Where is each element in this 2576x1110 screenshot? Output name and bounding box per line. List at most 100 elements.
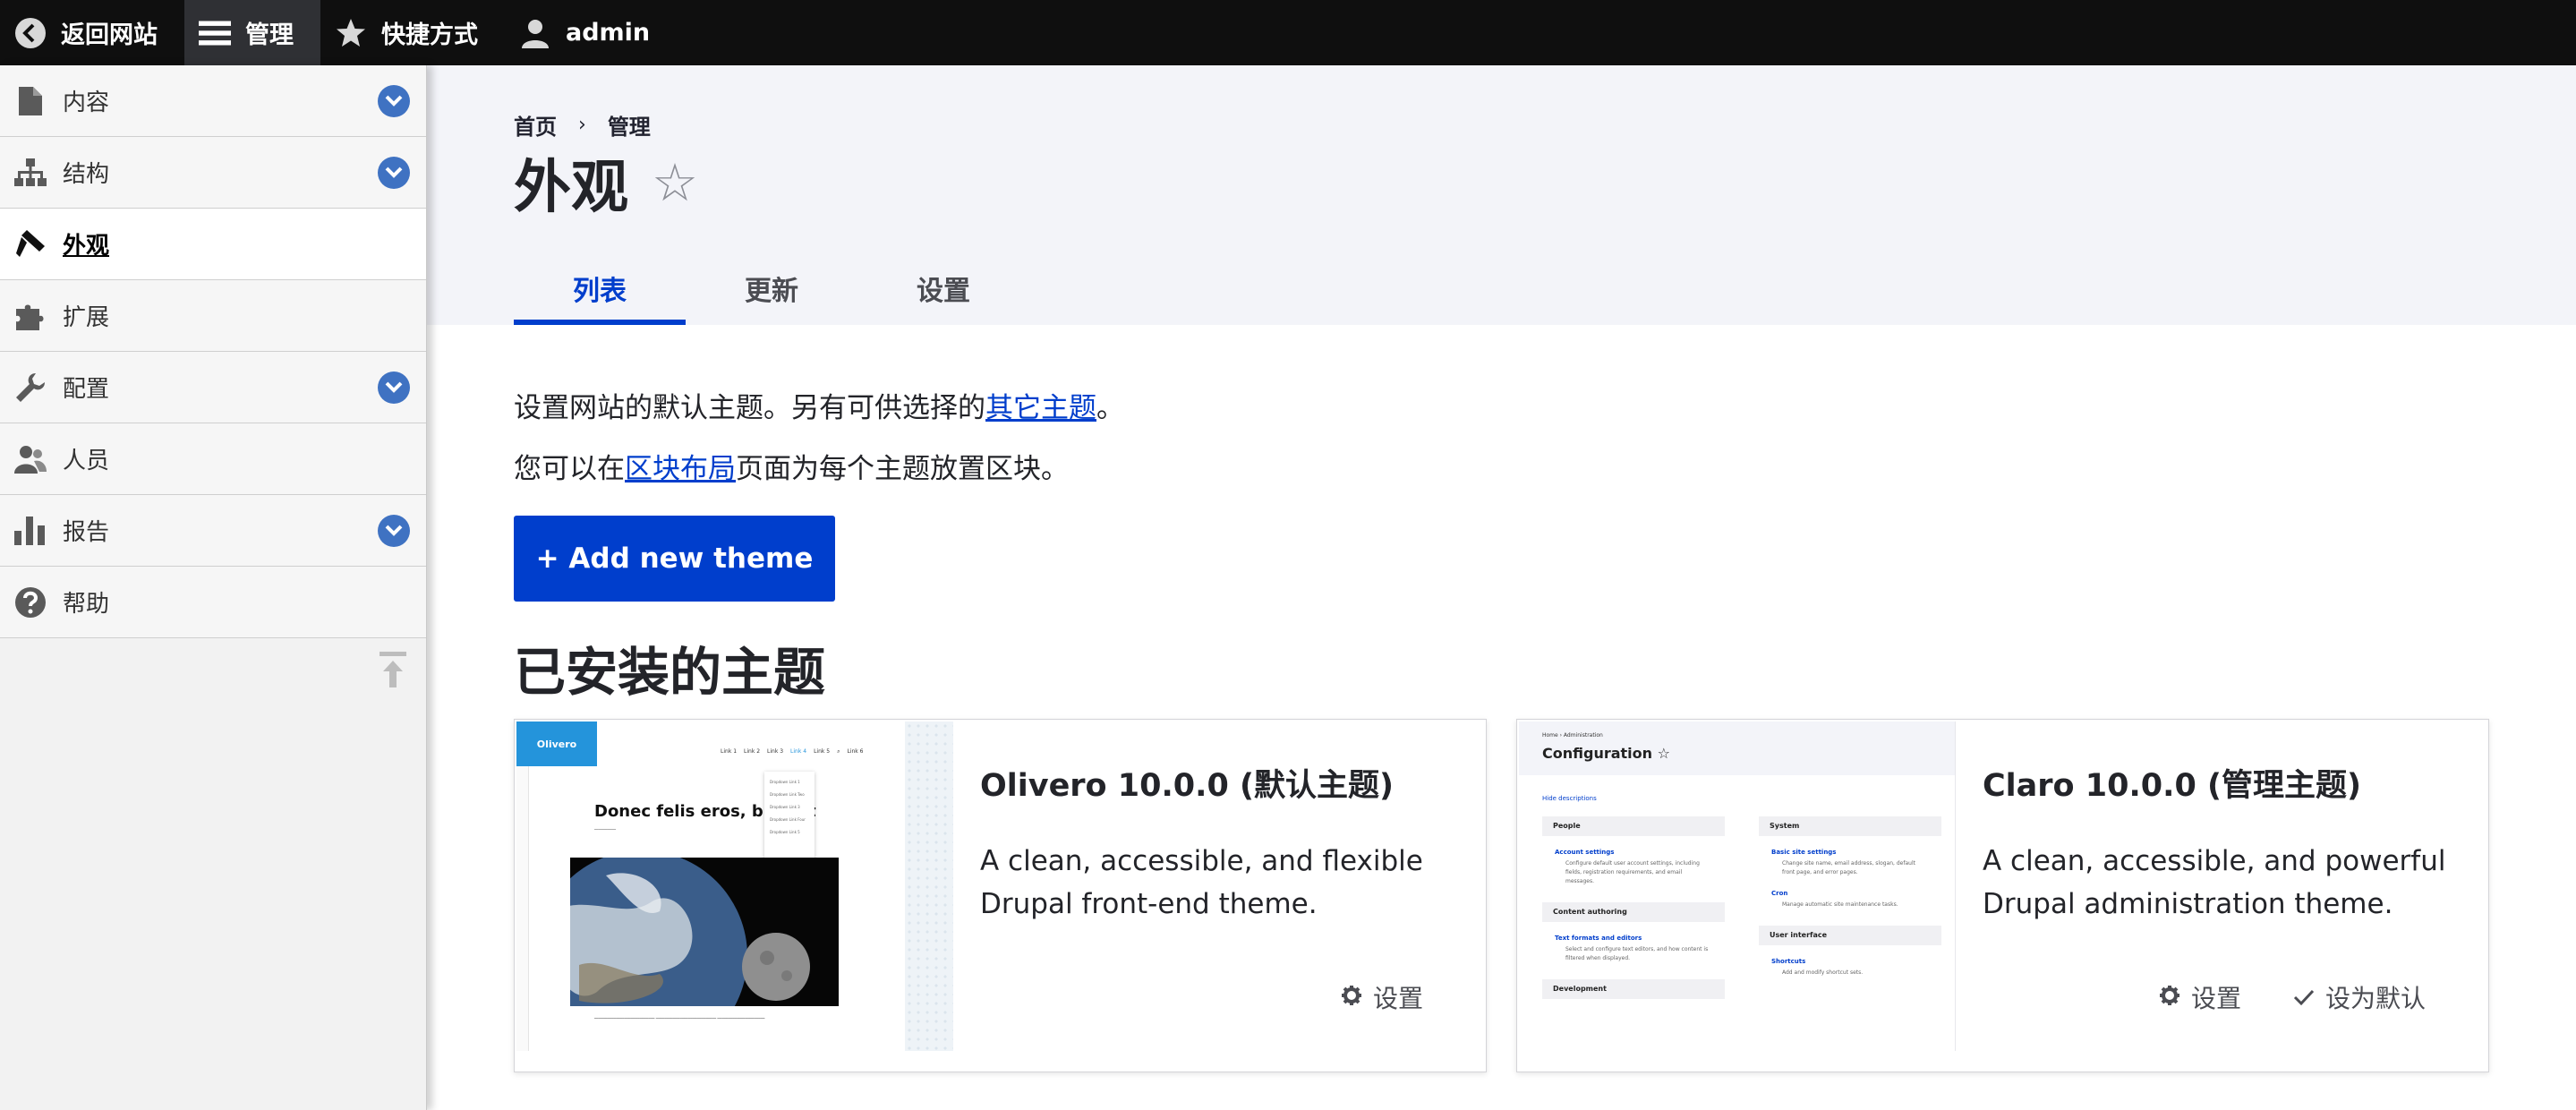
preview-nav-link: Link 3 bbox=[767, 748, 784, 755]
theme-settings-link[interactable]: 设置 bbox=[1341, 979, 1423, 1015]
chevron-down-icon[interactable] bbox=[378, 514, 410, 547]
description-text: 您可以在 bbox=[514, 453, 625, 485]
preview-nav-link: Link 2 bbox=[744, 748, 761, 755]
olivero-preview-sidebar bbox=[516, 766, 529, 1051]
file-icon bbox=[14, 85, 47, 117]
tab-updates[interactable]: 更新 bbox=[686, 251, 857, 325]
page-title-text: 外观 bbox=[514, 155, 628, 221]
gear-icon bbox=[2159, 983, 2180, 1012]
preview-dropdown-item: Dropdown Link 3 bbox=[770, 805, 800, 809]
theme-info: Claro 10.0.0 (管理主题) A clean, accessible,… bbox=[1983, 760, 2466, 926]
preview-section-header: System bbox=[1759, 816, 1941, 836]
gear-icon bbox=[1341, 983, 1362, 1012]
sidebar-item-label: 帮助 bbox=[63, 591, 110, 618]
hamburger-icon bbox=[199, 17, 231, 49]
theme-settings-link[interactable]: 设置 bbox=[2159, 979, 2241, 1015]
back-to-site-link[interactable]: 返回网站 bbox=[0, 0, 184, 65]
sidebar-item-appearance[interactable]: 外观 bbox=[0, 209, 426, 280]
preview-link: Shortcuts bbox=[1771, 958, 1806, 965]
user-icon bbox=[519, 17, 551, 49]
preview-dropdown-item: Dropdown Link 5 bbox=[770, 830, 800, 834]
tab-settings[interactable]: 设置 bbox=[857, 251, 1029, 325]
theme-description: A clean, accessible, and powerful Drupal… bbox=[1983, 845, 2446, 920]
primary-tabs: 列表 更新 设置 bbox=[514, 251, 1029, 325]
sidebar-item-config[interactable]: 配置 bbox=[0, 352, 426, 423]
user-label: admin bbox=[566, 19, 651, 47]
puzzle-icon bbox=[14, 300, 47, 332]
claro-preview-hide-link: Hide descriptions bbox=[1542, 795, 1597, 802]
olivero-preview-earth-image bbox=[570, 858, 839, 1006]
shortcuts-label: 快捷方式 bbox=[381, 21, 478, 49]
user-tab[interactable]: admin bbox=[505, 0, 677, 65]
preview-search-icon: ⌕ bbox=[837, 748, 840, 755]
shortcut-star-icon[interactable]: ☆ bbox=[652, 152, 698, 213]
preview-dropdown-item: Dropdown Link Two bbox=[770, 792, 805, 797]
wrench-icon bbox=[14, 371, 47, 404]
theme-name: Olivero 10.0.0 (默认主题) bbox=[980, 768, 1394, 804]
olivero-preview-nav: Link 1 Link 2 Link 3 Link 4 Link 5 ⌕ Lin… bbox=[721, 748, 863, 756]
installed-themes-heading: 已安装的主题 bbox=[514, 642, 826, 703]
olivero-preview-pattern bbox=[905, 722, 953, 1051]
description-text: 设置网站的默认主题。另有可供选择的 bbox=[514, 392, 985, 424]
theme-settings-label: 设置 bbox=[1372, 984, 1423, 1013]
preview-dropdown-item: Dropdown Link Four bbox=[770, 817, 806, 822]
admin-toolbar: 返回网站 管理 快捷方式 admin bbox=[0, 0, 2576, 65]
help-icon bbox=[14, 586, 47, 619]
breadcrumb-admin-link[interactable]: 管理 bbox=[608, 109, 651, 141]
preview-link: Text formats and editors bbox=[1555, 935, 1642, 942]
sidebar-item-label: 结构 bbox=[63, 161, 110, 188]
other-themes-link[interactable]: 其它主题 bbox=[985, 392, 1096, 424]
olivero-preview-meta: ━━━━━━━━━━ bbox=[594, 827, 617, 832]
page-title: 外观 ☆ bbox=[514, 141, 698, 224]
theme-card-claro: Home › Administration Configuration ☆ Hi… bbox=[1516, 719, 2489, 1072]
preview-description: Select and configure text editors, and h… bbox=[1565, 946, 1709, 961]
sidebar-item-people[interactable]: 人员 bbox=[0, 423, 426, 495]
breadcrumb-home-link[interactable]: 首页 bbox=[514, 109, 557, 141]
set-default-label: 设为默认 bbox=[2324, 984, 2426, 1013]
manage-tab[interactable]: 管理 bbox=[184, 0, 320, 65]
description-text: 页面为每个主题放置区块。 bbox=[736, 453, 1069, 485]
olivero-preview-body: ━━━━━━━━━━━━━━━━━━━━━━━━━━━━ ━━━━━━━━━━━… bbox=[594, 1016, 765, 1020]
sidebar-item-label: 配置 bbox=[63, 376, 110, 403]
sidebar-item-label: 报告 bbox=[63, 519, 110, 546]
preview-section-header: Content authoring bbox=[1542, 902, 1725, 922]
sidebar-item-label: 扩展 bbox=[63, 304, 110, 331]
breadcrumb-separator: › bbox=[578, 114, 586, 136]
claro-preview-divider bbox=[1955, 722, 1956, 1051]
description-text: 。 bbox=[1096, 392, 1124, 424]
preview-nav-link: Link 4 bbox=[790, 748, 807, 755]
tab-list[interactable]: 列表 bbox=[514, 251, 686, 325]
claro-preview-right-column: System Basic site settings Change site n… bbox=[1759, 816, 1941, 978]
collapse-sidebar-icon[interactable] bbox=[380, 652, 406, 691]
sidebar-item-label: 外观 bbox=[63, 233, 110, 260]
preview-nav-link: Link 6 bbox=[847, 748, 864, 755]
block-layout-link[interactable]: 区块布局 bbox=[625, 453, 736, 485]
sidebar-item-content[interactable]: 内容 bbox=[0, 65, 426, 137]
sidebar-item-structure[interactable]: 结构 bbox=[0, 137, 426, 209]
sidebar-item-extend[interactable]: 扩展 bbox=[0, 280, 426, 352]
chevron-down-icon[interactable] bbox=[378, 156, 410, 189]
chevron-down-icon[interactable] bbox=[378, 84, 410, 117]
chevron-down-icon[interactable] bbox=[378, 371, 410, 404]
theme-actions: 设置 bbox=[1341, 979, 1423, 1015]
theme-card-olivero: Olivero Link 1 Link 2 Link 3 Link 4 Link… bbox=[514, 719, 1487, 1072]
theme-actions: 设置 设为默认 bbox=[2159, 979, 2426, 1015]
sidebar-item-help[interactable]: 帮助 bbox=[0, 567, 426, 638]
sidebar-item-reports[interactable]: 报告 bbox=[0, 495, 426, 567]
description-line-2: 您可以在区块布局页面为每个主题放置区块。 bbox=[514, 446, 1069, 486]
set-default-link[interactable]: 设为默认 bbox=[2293, 979, 2426, 1015]
preview-nav-link: Link 1 bbox=[721, 748, 738, 755]
preview-description: Configure default user account settings,… bbox=[1565, 860, 1700, 884]
olivero-preview-logo: Olivero bbox=[516, 722, 597, 766]
theme-settings-label: 设置 bbox=[2190, 984, 2241, 1013]
shortcuts-tab[interactable]: 快捷方式 bbox=[320, 0, 505, 65]
preview-nav-link: Link 5 bbox=[814, 748, 831, 755]
preview-link: Basic site settings bbox=[1771, 849, 1837, 856]
sidebar-item-label: 内容 bbox=[63, 90, 110, 116]
description-line-1: 设置网站的默认主题。另有可供选择的其它主题。 bbox=[514, 385, 1124, 425]
preview-link: Cron bbox=[1771, 890, 1788, 897]
add-new-theme-button[interactable]: + Add new theme bbox=[514, 516, 835, 602]
manage-label: 管理 bbox=[245, 21, 294, 49]
bar-chart-icon bbox=[14, 515, 47, 547]
theme-name: Claro 10.0.0 (管理主题) bbox=[1983, 768, 2361, 804]
